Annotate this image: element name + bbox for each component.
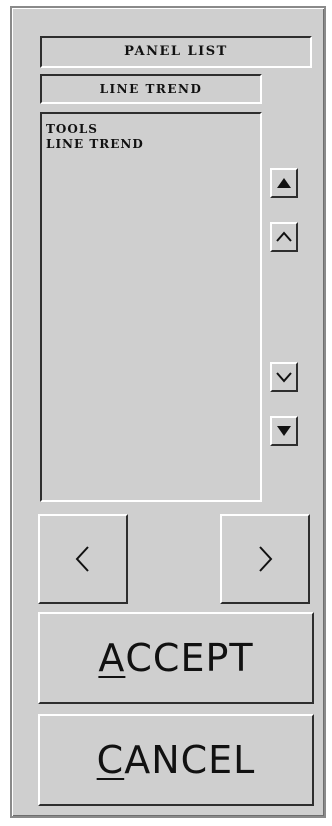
chevron-up-icon	[276, 231, 292, 242]
selected-panel-field: LINE TREND	[40, 74, 262, 104]
next-button[interactable]	[220, 514, 310, 604]
arrow-bottom-icon	[277, 426, 291, 436]
scroll-down-button[interactable]	[270, 362, 298, 392]
accept-label: CCEPT	[125, 636, 254, 680]
panel-list-window: PANEL LIST LINE TREND TOOLS LINE TREND A…	[10, 6, 326, 818]
panel-title: PANEL LIST	[40, 36, 312, 68]
panel-listbox[interactable]: TOOLS LINE TREND	[40, 112, 262, 502]
chevron-left-icon	[75, 546, 89, 572]
scroll-bottom-button[interactable]	[270, 416, 298, 446]
accept-button[interactable]: A CCEPT	[38, 612, 314, 704]
previous-button[interactable]	[38, 514, 128, 604]
cancel-button[interactable]: C ANCEL	[38, 714, 314, 806]
cancel-mnemonic: C	[96, 738, 125, 782]
arrow-top-icon	[277, 178, 291, 188]
scroll-top-button[interactable]	[270, 168, 298, 198]
chevron-right-icon	[259, 546, 273, 572]
accept-mnemonic: A	[98, 636, 126, 680]
cancel-label: ANCEL	[124, 738, 256, 782]
chevron-down-icon	[276, 372, 292, 383]
scroll-up-button[interactable]	[270, 222, 298, 252]
list-item[interactable]: TOOLS	[46, 122, 256, 137]
list-item[interactable]: LINE TREND	[46, 137, 256, 152]
